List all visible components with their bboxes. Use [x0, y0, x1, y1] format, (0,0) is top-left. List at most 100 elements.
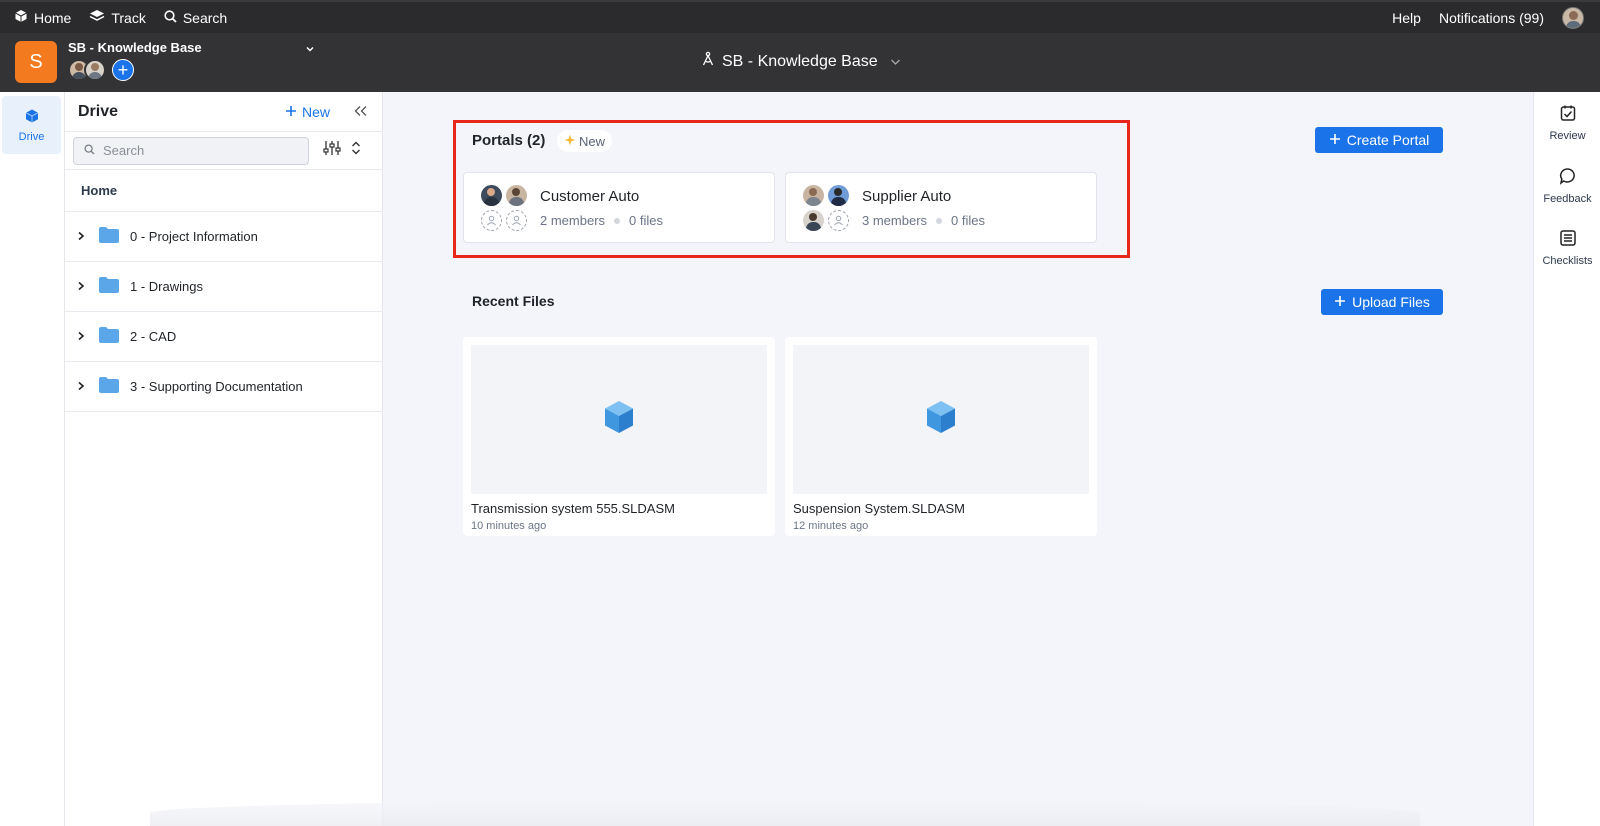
new-badge-label: New [579, 133, 606, 149]
rail-item-review[interactable]: Review [1534, 104, 1600, 142]
portals-title: Portals (2) [472, 132, 546, 149]
cube-icon [925, 400, 957, 439]
notifications-link[interactable]: Notifications (99) [1439, 10, 1544, 26]
top-nav-bar: Home Track Search Help Notifications (99… [0, 0, 1600, 33]
search-icon [84, 142, 95, 160]
nav-track[interactable]: Track [89, 9, 146, 26]
chevron-right-icon[interactable] [77, 380, 87, 394]
create-portal-label: Create Portal [1346, 132, 1430, 148]
portal-members-count: 2 members [540, 213, 606, 228]
folder-icon [98, 376, 120, 397]
file-name: Transmission system 555.SLDASM [471, 501, 675, 516]
member-avatar [803, 185, 824, 206]
rail-item-drive[interactable]: Drive [2, 96, 61, 154]
help-link[interactable]: Help [1392, 10, 1421, 26]
portal-members-count: 3 members [862, 213, 928, 228]
bottom-shadow [150, 800, 1420, 826]
portal-name: Customer Auto [540, 188, 640, 205]
folder-row[interactable]: 2 - CAD [65, 312, 382, 362]
add-member-button[interactable]: + [112, 59, 134, 81]
checklist-icon [1559, 229, 1577, 250]
portal-name: Supplier Auto [862, 188, 952, 205]
drive-home-link[interactable]: Home [65, 170, 382, 212]
folder-icon [98, 326, 120, 347]
drive-header: Drive New [65, 92, 382, 132]
file-card[interactable]: Transmission system 555.SLDASM 10 minute… [463, 337, 775, 536]
chevron-right-icon[interactable] [77, 330, 87, 344]
member-avatar [506, 185, 527, 206]
chevron-down-icon[interactable] [305, 42, 315, 56]
separator-dot [614, 217, 621, 224]
filter-sliders-icon[interactable] [323, 140, 341, 161]
nav-home[interactable]: Home [14, 9, 71, 26]
recent-files-title: Recent Files [472, 293, 555, 309]
sparkle-icon [564, 134, 576, 149]
file-timestamp: 10 minutes ago [471, 520, 547, 532]
review-icon [1559, 104, 1577, 125]
portal-card[interactable]: Customer Auto 2 members 0 files [463, 172, 775, 243]
cube-icon [603, 400, 635, 439]
rail-item-label: Review [1549, 130, 1586, 142]
rail-item-label: Drive [18, 130, 45, 143]
comment-icon [1559, 167, 1577, 188]
right-rail: Review Feedback Checklists [1533, 92, 1600, 826]
empty-member-icon [481, 210, 502, 231]
plus-icon [1329, 132, 1341, 148]
folder-label: 0 - Project Information [130, 229, 258, 244]
portal-files-count: 0 files [951, 213, 985, 228]
portal-member-avatars [481, 185, 529, 233]
portal-meta: 3 members 0 files [862, 213, 985, 228]
folder-icon [98, 226, 120, 247]
cube-icon [14, 9, 28, 26]
nav-home-label: Home [34, 9, 72, 26]
top-nav: Home Track Search [14, 9, 227, 26]
create-portal-button[interactable]: Create Portal [1315, 127, 1443, 153]
drive-search-row [65, 132, 382, 170]
rail-item-checklists[interactable]: Checklists [1534, 229, 1600, 267]
project-badge[interactable]: S [15, 41, 57, 83]
nav-search[interactable]: Search [164, 10, 227, 26]
upload-files-button[interactable]: Upload Files [1321, 289, 1443, 315]
portal-meta: 2 members 0 files [540, 213, 663, 228]
user-avatar[interactable] [1562, 6, 1584, 29]
member-avatar [828, 185, 849, 206]
file-name: Suspension System.SLDASM [793, 501, 965, 516]
portal-card[interactable]: Supplier Auto 3 members 0 files [785, 172, 1097, 243]
folder-label: 2 - CAD [130, 329, 177, 344]
portal-member-avatars [803, 185, 851, 233]
project-name[interactable]: SB - Knowledge Base [68, 40, 202, 55]
folder-row[interactable]: 3 - Supporting Documentation [65, 362, 382, 412]
search-icon [164, 9, 177, 26]
nav-search-label: Search [182, 9, 228, 26]
rail-item-feedback[interactable]: Feedback [1534, 167, 1600, 205]
file-card[interactable]: Suspension System.SLDASM 12 minutes ago [785, 337, 1097, 536]
empty-member-icon [828, 210, 849, 231]
project-switcher[interactable]: SB - Knowledge Base [700, 51, 901, 72]
upload-files-label: Upload Files [1352, 294, 1430, 310]
chevron-right-icon[interactable] [77, 280, 87, 294]
project-members: + [68, 59, 134, 81]
drive-title: Drive [78, 102, 119, 120]
folder-row[interactable]: 1 - Drawings [65, 262, 382, 312]
sort-icon[interactable] [351, 140, 361, 161]
left-rail: Drive [0, 92, 65, 826]
folder-row[interactable]: 0 - Project Information [65, 212, 382, 262]
compass-icon [700, 51, 716, 72]
rail-item-label: Feedback [1543, 193, 1592, 205]
new-button-label: New [301, 103, 330, 120]
drive-panel: Drive New Home 0 - Project Information [65, 92, 383, 826]
member-avatar[interactable] [84, 59, 106, 81]
main-content: Portals (2) New Create Portal Customer A… [383, 92, 1533, 826]
chevron-right-icon[interactable] [77, 230, 87, 244]
drive-search-input[interactable] [103, 143, 283, 158]
collapse-panel-icon[interactable] [354, 104, 368, 120]
file-thumbnail [793, 345, 1089, 494]
member-avatar [481, 185, 502, 206]
separator-dot [936, 217, 943, 224]
file-timestamp: 12 minutes ago [793, 520, 869, 532]
project-center-title: SB - Knowledge Base [722, 52, 878, 70]
folder-label: 1 - Drawings [130, 279, 203, 294]
new-button[interactable]: New [285, 104, 330, 120]
layers-icon [89, 9, 105, 26]
new-badge: New [557, 130, 613, 152]
